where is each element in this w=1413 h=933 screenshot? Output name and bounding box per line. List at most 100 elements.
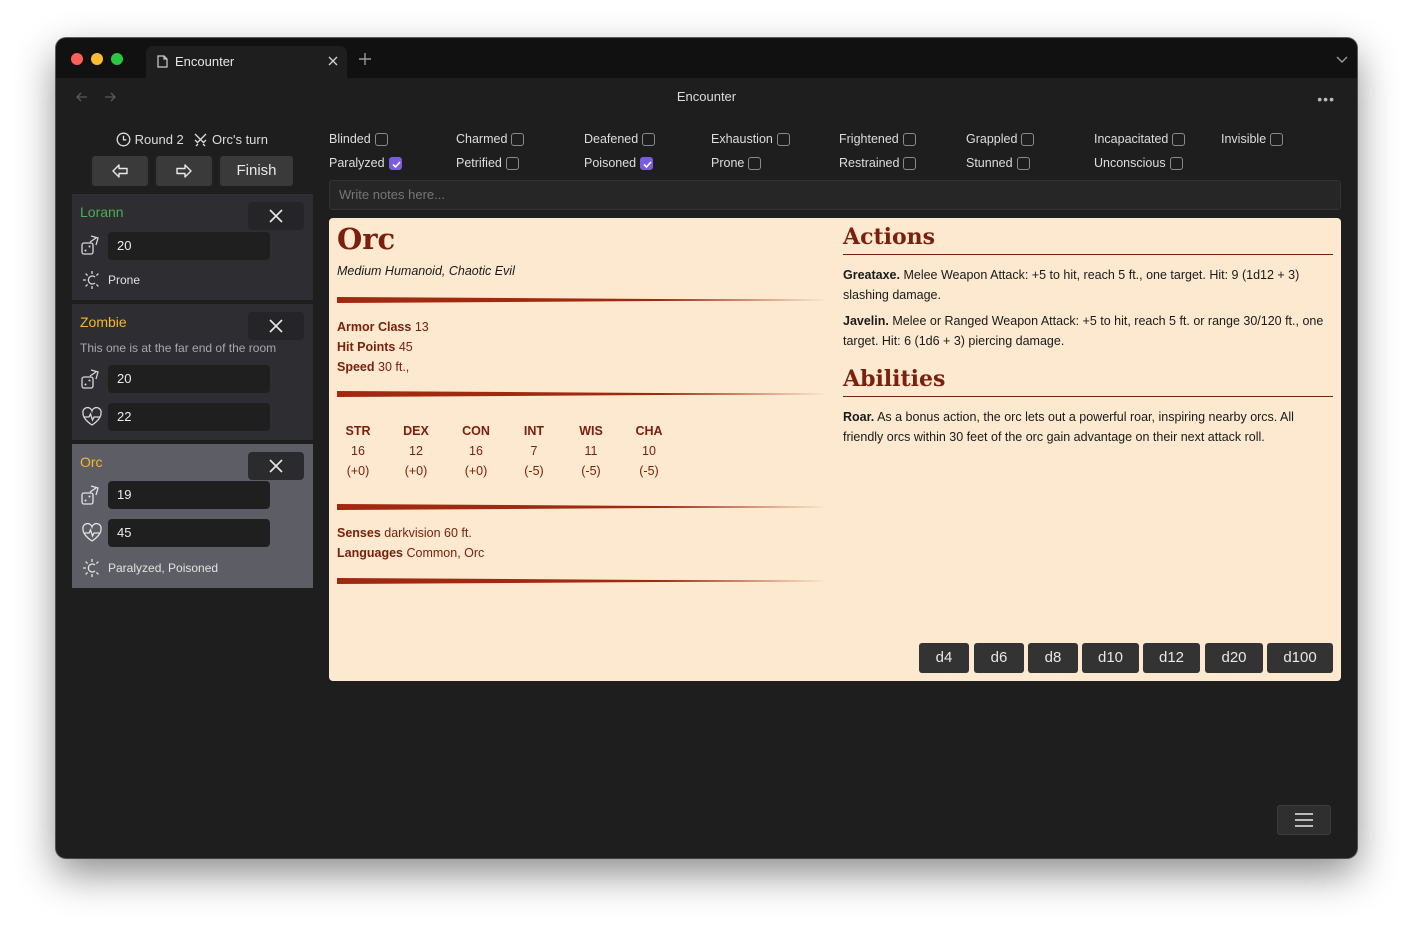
clock-icon	[116, 132, 131, 147]
combatant-card-zombie[interactable]: Zombie This one is at the far end of the…	[72, 304, 313, 440]
initiative-input[interactable]: 20	[108, 365, 270, 393]
speed: Speed 30 ft.,	[337, 360, 410, 374]
checkbox[interactable]	[903, 157, 917, 170]
ability-wis: WIS 11 (-5)	[579, 424, 603, 478]
condition-petrified[interactable]: Petrified	[456, 156, 519, 172]
roll-d6-button[interactable]: d6	[974, 643, 1024, 673]
condition-prone[interactable]: Prone	[711, 156, 762, 172]
previous-turn-button[interactable]	[92, 156, 148, 186]
condition-exhaustion[interactable]: Exhaustion	[711, 132, 790, 148]
condition-deafened[interactable]: Deafened	[584, 132, 656, 148]
initiative-dice-icon	[81, 235, 99, 255]
next-turn-button[interactable]	[156, 156, 212, 186]
combatant-card-orc[interactable]: Orc 19 45 Paralyzed, Poisoned	[72, 444, 313, 588]
notes-input[interactable]: Write notes here...	[329, 180, 1341, 210]
remove-combatant-button[interactable]	[248, 452, 304, 480]
close-icon	[269, 319, 283, 333]
checkbox[interactable]	[1021, 133, 1035, 146]
minimize-window-button[interactable]	[91, 53, 103, 65]
checkbox-checked[interactable]	[640, 157, 654, 170]
initiative-input[interactable]: 20	[108, 232, 270, 260]
tab-bar: Encounter	[56, 38, 1357, 78]
ability-con: CON 16 (+0)	[462, 424, 490, 478]
roll-d8-button[interactable]: d8	[1028, 643, 1078, 673]
nav-bar: Encounter •••	[56, 78, 1357, 116]
hp-input[interactable]: 45	[108, 519, 270, 547]
roll-d100-button[interactable]: d100	[1267, 643, 1333, 673]
chevron-down-icon[interactable]	[1335, 52, 1349, 66]
languages: Languages Common, Orc	[337, 546, 485, 560]
condition-incapacitated[interactable]: Incapacitated	[1094, 132, 1186, 148]
stat-block: Orc Medium Humanoid, Chaotic Evil Armor …	[329, 218, 1341, 681]
initiative-dice-icon	[81, 485, 99, 505]
condition-stunned[interactable]: Stunned	[966, 156, 1030, 172]
checkbox[interactable]	[776, 133, 790, 146]
document-icon	[157, 55, 168, 68]
roll-d10-button[interactable]: d10	[1082, 643, 1139, 673]
action-javelin: Javelin. Melee or Ranged Weapon Attack: …	[843, 314, 1324, 348]
hamburger-menu-icon	[1295, 813, 1313, 827]
remove-combatant-button[interactable]	[248, 202, 304, 230]
roll-d20-button[interactable]: d20	[1205, 643, 1263, 673]
turn-label: Orc's turn	[212, 132, 268, 147]
crossed-swords-icon	[194, 133, 207, 147]
checkmark-icon	[643, 161, 652, 169]
arrow-right-icon	[176, 164, 192, 178]
new-tab-icon[interactable]	[354, 48, 376, 70]
condition-invisible[interactable]: Invisible	[1221, 132, 1284, 148]
ability-dex: DEX 12 (+0)	[403, 424, 429, 478]
hit-points: Hit Points 45	[337, 340, 413, 354]
checkmark-icon	[392, 161, 401, 169]
finish-button[interactable]: Finish	[220, 156, 293, 186]
checkbox[interactable]	[748, 157, 762, 170]
condition-grappled[interactable]: Grappled	[966, 132, 1035, 148]
close-tab-icon[interactable]	[325, 53, 341, 69]
condition-poisoned[interactable]: Poisoned	[584, 156, 654, 172]
checkbox[interactable]	[1172, 133, 1186, 146]
condition-unconscious[interactable]: Unconscious	[1094, 156, 1183, 172]
divider	[337, 391, 827, 397]
condition-blinded[interactable]: Blinded	[329, 132, 388, 148]
conditions-icon	[83, 559, 99, 577]
checkbox[interactable]	[374, 133, 388, 146]
ability-str: STR 16 (+0)	[345, 424, 371, 478]
checkbox[interactable]	[902, 133, 916, 146]
combatant-conditions: Prone	[108, 273, 141, 287]
armor-class: Armor Class 13	[337, 320, 429, 334]
checkbox[interactable]	[505, 157, 519, 170]
conditions-panel: Blinded Charmed Deafened Exhaustion Frig…	[329, 132, 1329, 172]
checkbox-checked[interactable]	[388, 157, 402, 170]
checkbox[interactable]	[1016, 157, 1030, 170]
zoom-window-button[interactable]	[111, 53, 123, 65]
initiative-dice-icon	[81, 369, 99, 389]
combatant-name: Orc	[80, 454, 103, 470]
trait-roar: Roar. As a bonus action, the orc lets ou…	[843, 410, 1294, 444]
condition-restrained[interactable]: Restrained	[839, 156, 917, 172]
arrow-left-icon	[112, 164, 128, 178]
more-options-icon[interactable]: •••	[1317, 91, 1335, 107]
close-window-button[interactable]	[71, 53, 83, 65]
combatant-conditions: Paralyzed, Poisoned	[108, 561, 219, 575]
menu-button[interactable]	[1277, 805, 1331, 835]
monster-name: Orc	[337, 222, 396, 256]
checkbox[interactable]	[1270, 133, 1284, 146]
monster-type: Medium Humanoid, Chaotic Evil	[337, 264, 515, 278]
condition-charmed[interactable]: Charmed	[456, 132, 525, 148]
tab-encounter[interactable]: Encounter	[146, 46, 347, 78]
ability-int: INT 7 (-5)	[523, 424, 545, 478]
combatant-card-lorann[interactable]: Lorann 20 Prone	[72, 194, 313, 300]
remove-combatant-button[interactable]	[248, 312, 304, 340]
roll-d4-button[interactable]: d4	[919, 643, 969, 673]
app-window: Encounter Encounter ••• Round 2 Orc's tu…	[56, 38, 1357, 858]
checkbox[interactable]	[1169, 157, 1183, 170]
condition-frightened[interactable]: Frightened	[839, 132, 916, 148]
condition-paralyzed[interactable]: Paralyzed	[329, 156, 402, 172]
hp-input[interactable]: 22	[108, 403, 270, 431]
checkbox[interactable]	[511, 133, 525, 146]
ability-cha: CHA 10 (-5)	[635, 424, 663, 478]
checkbox[interactable]	[642, 133, 656, 146]
conditions-icon	[83, 271, 99, 289]
roll-d12-button[interactable]: d12	[1143, 643, 1200, 673]
divider	[337, 297, 827, 303]
initiative-input[interactable]: 19	[108, 481, 270, 509]
